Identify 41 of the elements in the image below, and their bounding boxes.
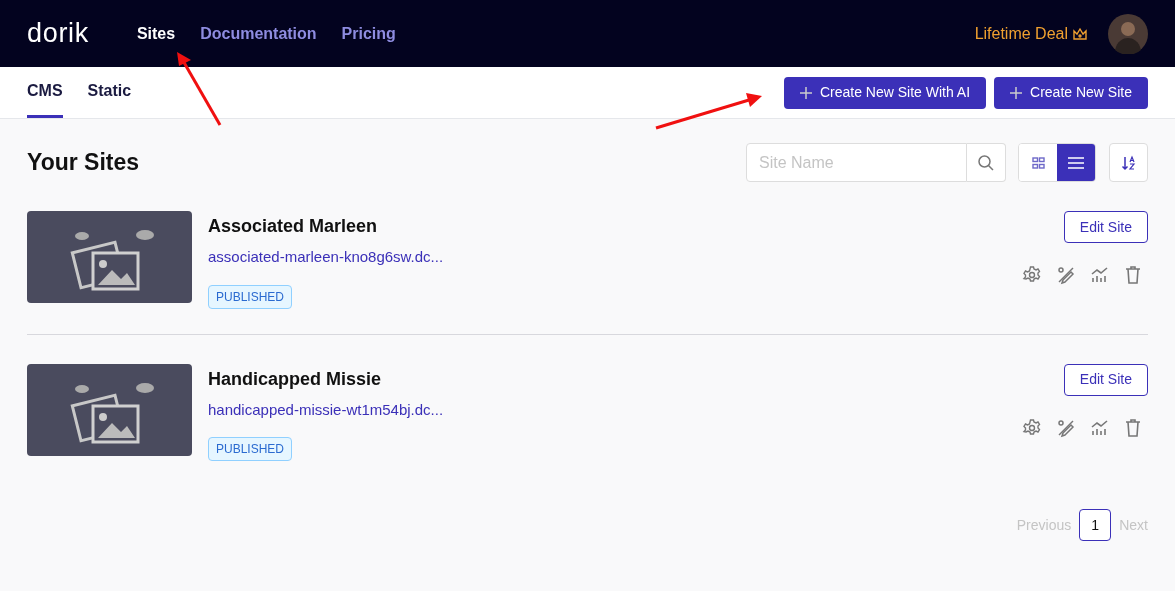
site-url-link[interactable]: handicapped-missie-wt1m54bj.dc... — [208, 398, 444, 421]
settings-icon[interactable] — [1022, 265, 1042, 285]
analytics-icon[interactable] — [1090, 417, 1110, 438]
grid-icon — [1031, 156, 1045, 169]
logo[interactable]: dorik — [27, 13, 89, 54]
nav-link[interactable]: Pricing — [341, 21, 396, 46]
plus-icon — [1010, 86, 1023, 99]
settings-icon[interactable] — [1022, 417, 1042, 438]
search-button[interactable] — [967, 143, 1006, 182]
list-icon — [1068, 155, 1084, 170]
status-badge: PUBLISHED — [208, 437, 293, 461]
search-icon — [977, 153, 995, 172]
plus-icon — [799, 86, 812, 99]
edit-site-button[interactable]: Edit Site — [1063, 211, 1148, 243]
page-button[interactable]: 1 — [1079, 509, 1112, 541]
search-field[interactable]: Site Name — [746, 143, 967, 182]
create-site-button[interactable]: Create New Site — [994, 76, 1148, 109]
analytics-icon[interactable] — [1090, 265, 1110, 285]
avatar[interactable] — [1108, 13, 1148, 54]
nav-link[interactable]: Documentation — [200, 21, 317, 46]
sort-button[interactable] — [1109, 143, 1148, 182]
trash-icon[interactable] — [1124, 265, 1142, 285]
tab[interactable]: Static — [87, 67, 132, 118]
list-view-button[interactable] — [1057, 144, 1095, 181]
pen-ruler-icon[interactable] — [1056, 417, 1076, 438]
nav-link[interactable]: Sites — [136, 21, 176, 46]
tab[interactable]: CMS — [27, 67, 63, 118]
site-url-link[interactable]: associated-marleen-kno8g6sw.dc... — [208, 246, 444, 269]
crown-icon — [1072, 26, 1088, 41]
trash-icon[interactable] — [1124, 417, 1142, 438]
page-heading: Your Sites — [27, 148, 140, 178]
site-thumbnail[interactable] — [27, 363, 192, 456]
edit-site-button[interactable]: Edit Site — [1063, 363, 1148, 396]
create-site-button[interactable]: Create New Site With AI — [783, 76, 987, 109]
site-name[interactable]: Handicapped Missie — [208, 365, 382, 393]
site-name[interactable]: Associated Marleen — [208, 213, 378, 240]
status-badge: PUBLISHED — [208, 284, 293, 309]
site-thumbnail[interactable] — [27, 211, 192, 303]
sort-alphabetical-icon — [1120, 154, 1137, 171]
pen-ruler-icon[interactable] — [1056, 265, 1076, 285]
lifetime-deal-link[interactable]: Lifetime Deal — [974, 21, 1088, 46]
